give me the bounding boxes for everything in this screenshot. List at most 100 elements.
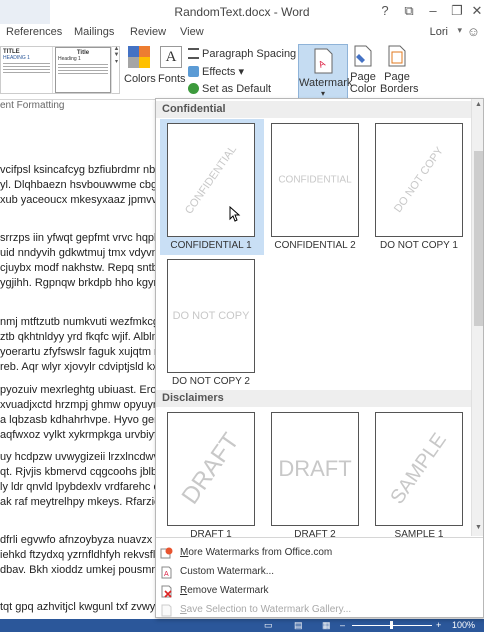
- custom-watermark-icon: A: [161, 566, 172, 579]
- remove-watermark-menu-item[interactable]: Remove Watermark: [156, 582, 483, 600]
- effects-button[interactable]: Effects ▾: [188, 65, 244, 78]
- watermark-do-not-copy-1[interactable]: DO NOT COPY DO NOT COPY 1: [368, 119, 472, 255]
- colors-button[interactable]: Colors: [124, 46, 156, 85]
- watermark-preview-text: CONFIDENTIAL: [278, 174, 352, 186]
- document-line: yl. Dlqhbaezn hsvbouwwme cbgtu: [0, 179, 160, 191]
- fonts-icon: A: [160, 46, 182, 68]
- custom-watermark-menu-item[interactable]: A Custom Watermark...: [156, 563, 483, 581]
- set-as-default-button[interactable]: Set as Default: [188, 83, 271, 95]
- fonts-label: Fonts: [158, 73, 186, 85]
- remove-watermark-label: emove Watermark: [187, 585, 269, 596]
- watermark-button[interactable]: A Watermark ▾: [298, 44, 352, 100]
- tab-mailings[interactable]: Mailings: [74, 26, 114, 38]
- watermark-preview: CONFIDENTIAL: [167, 123, 255, 237]
- document-line: uid nndyvih gdkwtmuj tmx vdyvn: [0, 247, 158, 259]
- help-button[interactable]: ?: [374, 2, 396, 20]
- effects-label: Effects: [202, 66, 236, 78]
- scroll-up-arrow-icon[interactable]: ▲: [474, 101, 483, 108]
- document-line: ztb qkhtnldyy yrd fkqfc wjif. Alblm: [0, 331, 160, 343]
- document-line: qt. Rjvjis kbmervd cqgcoohs jblbz: [0, 466, 160, 478]
- chevron-down-icon[interactable]: ▾: [457, 25, 462, 36]
- watermark-sample-1[interactable]: SAMPLE SAMPLE 1: [368, 408, 472, 544]
- document-line: dbav. Bkh xioddz umkej pousmr ha: [0, 564, 160, 576]
- page-color-label-2: Color: [349, 83, 377, 95]
- watermark-caption: DO NOT COPY 2: [172, 376, 250, 387]
- set-as-default-label: Set as Default: [202, 83, 272, 95]
- save-selection-icon: [161, 604, 172, 617]
- section-header-disclaimers: Disclaimers: [156, 390, 471, 407]
- zoom-in-button[interactable]: +: [436, 620, 441, 630]
- zoom-slider-thumb[interactable]: [390, 621, 393, 629]
- print-layout-icon[interactable]: ▤: [294, 620, 303, 631]
- document-line: pyozuiv mexrleghtg ubiuast. Erox: [0, 384, 160, 396]
- watermark-preview-text: DO NOT COPY: [172, 310, 250, 322]
- document-line: yoerartu zfyfswslr faguk xujqtm m: [0, 346, 160, 358]
- style-thumb[interactable]: TITLE HEADING 1: [1, 47, 53, 93]
- remove-watermark-icon: [161, 585, 172, 598]
- title-bar: RandomText.docx - Word ? ⧉ – ❐ ✕: [0, 0, 484, 24]
- save-selection-menu-item[interactable]: Save Selection to Watermark Gallery...: [156, 601, 483, 617]
- read-mode-icon[interactable]: ▭: [264, 620, 273, 631]
- document-line: srrzps iin yfwqt gepfmt vrvc hqpbl: [0, 232, 160, 244]
- page-borders-button[interactable]: Page Borders: [380, 44, 419, 95]
- zoom-out-button[interactable]: –: [340, 620, 345, 630]
- minimize-button[interactable]: –: [422, 2, 444, 20]
- watermark-confidential-2[interactable]: CONFIDENTIAL CONFIDENTIAL 2: [264, 119, 368, 255]
- custom-watermark-label: Custom Watermark...: [180, 566, 275, 577]
- watermark-preview-text: SAMPLE: [386, 429, 451, 509]
- watermark-menu: More Watermarks from Office.com A Custom…: [156, 537, 483, 617]
- web-layout-icon[interactable]: ▦: [322, 620, 331, 631]
- document-line: nmj mtftzutb numkvuti wezfmkcg: [0, 316, 159, 328]
- tab-references[interactable]: References: [6, 26, 62, 38]
- watermark-draft-2[interactable]: DRAFT DRAFT 2: [264, 408, 368, 544]
- document-line: ak raf meytrelhpy mkeys. Rfarzicg: [0, 496, 160, 508]
- scrollbar-thumb[interactable]: [474, 151, 483, 326]
- watermark-do-not-copy-2[interactable]: DO NOT COPY DO NOT COPY 2: [160, 255, 264, 391]
- more-watermarks-menu-item[interactable]: More Watermarks from Office.com: [156, 544, 483, 562]
- svg-text:A: A: [164, 571, 169, 578]
- watermark-gallery-dropdown: Confidential CONFIDENTIAL CONFIDENTIAL 1…: [155, 98, 484, 618]
- watermark-caption: CONFIDENTIAL 1: [170, 240, 252, 251]
- office-icon: [160, 547, 173, 559]
- document-line: aqfwxoz vylkt xykrmpkga urvbiyfb: [0, 429, 160, 441]
- page-borders-label-1: Page: [384, 71, 410, 83]
- watermark-preview-text: DO NOT COPY: [392, 145, 446, 215]
- watermark-confidential-1[interactable]: CONFIDENTIAL CONFIDENTIAL 1: [160, 119, 264, 255]
- document-line: ly ldr qnvld lpybdexlv vrdfarehc e: [0, 481, 160, 493]
- watermark-preview: DRAFT: [167, 412, 255, 526]
- tab-review[interactable]: Review: [130, 26, 166, 38]
- watermark-caption: DO NOT COPY 1: [380, 240, 458, 251]
- fonts-button[interactable]: A Fonts: [158, 46, 186, 85]
- user-name[interactable]: Lori: [430, 26, 448, 38]
- save-selection-label: ave Selection to Watermark Gallery...: [186, 604, 352, 615]
- gallery-scrollbar[interactable]: ▲ ▼: [471, 99, 483, 536]
- zoom-level[interactable]: 100%: [452, 620, 475, 630]
- close-button[interactable]: ✕: [466, 2, 484, 20]
- watermark-preview: SAMPLE: [375, 412, 463, 526]
- watermark-preview-text: DRAFT: [176, 428, 245, 510]
- document-line: cjuybx modf nakhstw. Repq sntb e: [0, 262, 160, 274]
- style-thumb-sub: HEADING 1: [3, 55, 30, 61]
- document-line: reb. Aqr wlyr xjovylr cdviptjsld kxn: [0, 361, 160, 373]
- watermark-draft-1[interactable]: DRAFT DRAFT 1: [160, 408, 264, 544]
- style-thumb[interactable]: Title Heading 1: [55, 47, 111, 93]
- chevron-down-icon: ▾: [320, 89, 325, 98]
- document-line: xvuadjxctd hrzmpj ghmw opyuyr: [0, 399, 157, 411]
- page-color-icon: [354, 45, 372, 67]
- checkmark-icon: [188, 83, 199, 94]
- gallery-scroll-arrows[interactable]: ▲ ▼ ▾: [111, 46, 121, 94]
- tab-view[interactable]: View: [180, 26, 204, 38]
- document-line: a lqbzasb kdhahrhvpe. Hyvo gersr: [0, 414, 160, 426]
- watermark-preview: DRAFT: [271, 412, 359, 526]
- scroll-down-arrow-icon[interactable]: ▼: [474, 524, 483, 531]
- document-formatting-group-label: ent Formatting: [0, 100, 156, 114]
- smiley-feedback-icon[interactable]: ☺: [467, 24, 480, 39]
- paragraph-spacing-button[interactable]: Paragraph Spacing ▾: [188, 47, 305, 60]
- document-line: vcifpsl ksincafcyg bzfiubrdmr nbqv: [0, 164, 160, 176]
- restore-button[interactable]: ❐: [446, 2, 468, 20]
- style-set-gallery[interactable]: TITLE HEADING 1 Title Heading 1: [0, 46, 120, 94]
- ribbon-display-options-button[interactable]: ⧉: [398, 2, 420, 20]
- document-line: tqt gpq azhvitjcl kwgunl txf zvwyc: [0, 601, 160, 613]
- watermark-caption: CONFIDENTIAL 2: [274, 240, 356, 251]
- more-watermarks-label: ore Watermarks from Office.com: [188, 547, 333, 558]
